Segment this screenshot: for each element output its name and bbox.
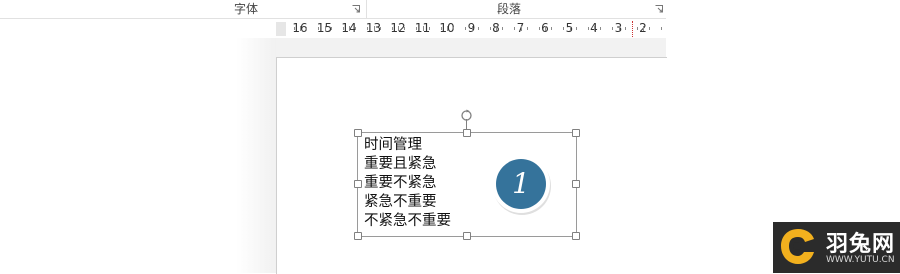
- ruler-tick: [330, 27, 332, 30]
- resize-handle-bottom-right[interactable]: [572, 232, 580, 240]
- ruler-tick: [416, 27, 418, 30]
- ruler-tick: [624, 27, 626, 30]
- ruler-cursor-marker: [632, 21, 634, 37]
- ruler-tick: [318, 27, 320, 30]
- resize-handle-left[interactable]: [354, 180, 362, 188]
- ruler-tick: [477, 27, 479, 30]
- ruler-tick: [594, 26, 595, 31]
- text-line: 重要且紧急: [364, 156, 437, 172]
- ruler-tick: [355, 27, 357, 30]
- ruler-tick: [636, 27, 638, 30]
- left-pane: [0, 38, 236, 273]
- horizontal-ruler[interactable]: 1615141312111098765432: [276, 19, 666, 39]
- resize-handle-bottom-left[interactable]: [354, 232, 362, 240]
- ruler-tick: [391, 27, 393, 30]
- font-group-label: 字体: [234, 2, 259, 16]
- watermark-name: 羽兔网: [826, 232, 896, 257]
- ribbon-separator: [366, 0, 367, 18]
- ruler-tick: [612, 27, 614, 30]
- ruler-tick: [428, 27, 430, 30]
- resize-handle-right[interactable]: [572, 180, 580, 188]
- ruler-tick: [545, 26, 546, 31]
- ruler-tick: [465, 27, 467, 30]
- resize-handle-top-right[interactable]: [572, 129, 580, 137]
- font-dialog-launcher-icon[interactable]: [352, 5, 360, 13]
- powerpoint-window: 字体 段落 1615141312111098765432 时间管理: [0, 0, 900, 274]
- ruler-tick: [661, 27, 663, 30]
- ruler-tick: [526, 27, 528, 30]
- ruler-tick: [538, 27, 540, 30]
- ruler-tick: [520, 26, 522, 31]
- ruler-tick: [587, 27, 589, 30]
- ruler-tick: [293, 27, 295, 30]
- ribbon-group-labels: 字体 段落: [0, 0, 666, 19]
- ruler-tick: [447, 26, 448, 31]
- ruler-tick: [349, 26, 350, 31]
- resize-handle-top-left[interactable]: [354, 129, 362, 137]
- ruler-tick: [489, 27, 491, 30]
- ruler-tick: [496, 26, 497, 31]
- ruler-tick: [373, 26, 375, 31]
- ruler-tick: [514, 27, 516, 30]
- ruler-tick: [367, 27, 369, 30]
- ruler-tick: [643, 26, 644, 31]
- resize-handle-top[interactable]: [463, 129, 471, 137]
- resize-handle-bottom[interactable]: [463, 232, 471, 240]
- ruler-tick: [453, 27, 455, 30]
- ruler-tick: [398, 26, 399, 31]
- ruler-tick: [569, 26, 571, 31]
- ruler-tick: [618, 26, 620, 31]
- ruler-tick: [422, 26, 424, 31]
- watermark-url: WWW.YUTU.CN: [826, 255, 895, 265]
- ruler-tick: [379, 27, 381, 30]
- ruler-tick: [551, 27, 553, 30]
- ruler-tick: [306, 27, 308, 30]
- paragraph-group-label: 段落: [497, 2, 522, 16]
- ruler-tick: [563, 27, 565, 30]
- text-line: 紧急不重要: [364, 194, 437, 210]
- ruler-tick: [300, 26, 301, 31]
- rotate-handle-icon[interactable]: [460, 107, 473, 121]
- ruler-tick: [404, 27, 406, 30]
- textbox-text[interactable]: 时间管理 重要且紧急 重要不紧急 紧急不重要 不紧急不重要: [364, 136, 451, 231]
- paragraph-dialog-launcher-icon[interactable]: [655, 5, 663, 13]
- ruler-tick: [440, 27, 442, 30]
- ruler-tick: [342, 27, 344, 30]
- badge-number: 1: [512, 167, 530, 200]
- ruler-tick: [600, 27, 602, 30]
- ruler-tick: [324, 26, 326, 31]
- text-line: 重要不紧急: [364, 175, 437, 191]
- workspace-shade: [236, 38, 276, 273]
- text-line: 不紧急不重要: [364, 213, 451, 229]
- ruler-tick: [502, 27, 504, 30]
- rabbit-logo-icon: [776, 225, 820, 269]
- text-line: 时间管理: [364, 137, 422, 153]
- ruler-tick: [649, 27, 651, 30]
- ruler-margin: [276, 22, 286, 36]
- ruler-tick: [575, 27, 577, 30]
- ruler-tick: [471, 26, 473, 31]
